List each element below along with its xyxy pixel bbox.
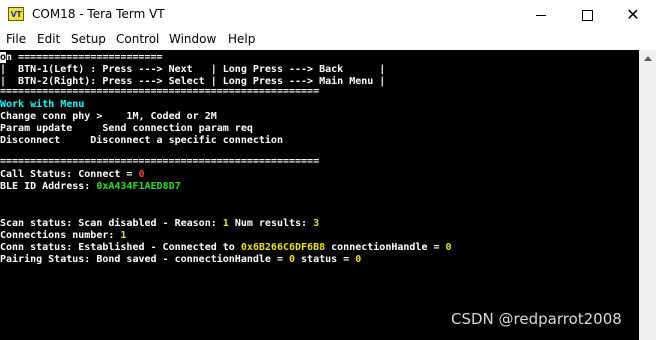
- menu-window[interactable]: Window: [169, 32, 216, 46]
- terminal-pairing-status: Pairing Status: Bond saved - connectionH…: [0, 254, 361, 266]
- close-button[interactable]: ✕: [610, 0, 656, 30]
- top-border-text: n ========================: [6, 52, 163, 63]
- terminal-line-border-mid: ========================================…: [0, 156, 320, 167]
- ble-id-label: BLE ID Address:: [0, 181, 97, 192]
- vertical-scrollbar[interactable]: [639, 50, 656, 340]
- menu-control[interactable]: Control: [116, 32, 159, 46]
- watermark: CSDN @redparrot2008: [451, 310, 622, 328]
- terminal-scan-status: Scan status: Scan disabled - Reason: 1 N…: [0, 218, 319, 230]
- pairing-status-prefix: Pairing Status: Bond saved - connectionH…: [0, 254, 289, 265]
- minimize-button[interactable]: [518, 0, 564, 30]
- connections-label: Connections number:: [0, 230, 121, 241]
- arrow-up-icon: [643, 56, 652, 61]
- maximize-icon: [581, 9, 593, 21]
- minimize-icon: [536, 14, 546, 16]
- title-bar[interactable]: VT COM18 - Tera Term VT ✕: [0, 0, 656, 30]
- terminal-line-btn1: | BTN-1(Left) : Press ---> Next | Long P…: [0, 64, 386, 75]
- terminal-menu-item-phy: Change conn phy > 1M, Coded or 2M: [0, 111, 217, 122]
- conn-status-prefix: Conn status: Established - Connected to: [0, 242, 241, 253]
- call-status-label: Call Status: Connect =: [0, 169, 139, 180]
- terminal-line-top-border: on ========================: [0, 52, 163, 64]
- scan-status-mid: Num results:: [228, 218, 314, 229]
- terminal-line-border-bottom: ========================================…: [0, 86, 320, 97]
- tera-term-app-icon[interactable]: VT: [8, 7, 24, 21]
- pairing-status-mid: status =: [295, 254, 356, 265]
- terminal-menu-item-disconnect: Disconnect Disconnect a specific connect…: [0, 135, 283, 146]
- connections-value: 1: [120, 230, 127, 241]
- maximize-button[interactable]: [564, 0, 610, 30]
- close-icon: ✕: [626, 5, 640, 24]
- menu-help[interactable]: Help: [228, 32, 255, 46]
- terminal-screen[interactable]: on ======================== | BTN-1(Left…: [0, 50, 639, 340]
- scroll-up-button[interactable]: [639, 50, 656, 67]
- conn-status-mid: connectionHandle =: [325, 242, 446, 253]
- menu-file[interactable]: File: [6, 32, 26, 46]
- terminal-conn-status: Conn status: Established - Connected to …: [0, 242, 452, 254]
- menu-setup[interactable]: Setup: [71, 32, 106, 46]
- terminal-call-status: Call Status: Connect = 0: [0, 169, 145, 181]
- terminal-menu-item-param: Param update Send connection param req: [0, 123, 253, 134]
- pairing-status-value: 0: [355, 254, 362, 265]
- terminal-connections-number: Connections number: 1: [0, 230, 126, 242]
- terminal-ble-id: BLE ID Address: 0xA434F1AED8D7: [0, 181, 181, 193]
- menu-edit[interactable]: Edit: [37, 32, 60, 46]
- terminal-menu-heading: Work with Menu: [0, 99, 85, 110]
- ble-id-value: 0xA434F1AED8D7: [96, 181, 181, 192]
- call-status-value: 0: [138, 169, 145, 180]
- scan-status-num-results: 3: [313, 218, 320, 229]
- menu-bar: File Edit Setup Control Window Help: [0, 30, 656, 50]
- scan-status-prefix: Scan status: Scan disabled - Reason:: [0, 218, 223, 229]
- conn-status-handle: 0: [445, 242, 452, 253]
- window-title: COM18 - Tera Term VT: [32, 7, 165, 21]
- conn-status-address: 0x6B266C6DF6B8: [240, 242, 326, 253]
